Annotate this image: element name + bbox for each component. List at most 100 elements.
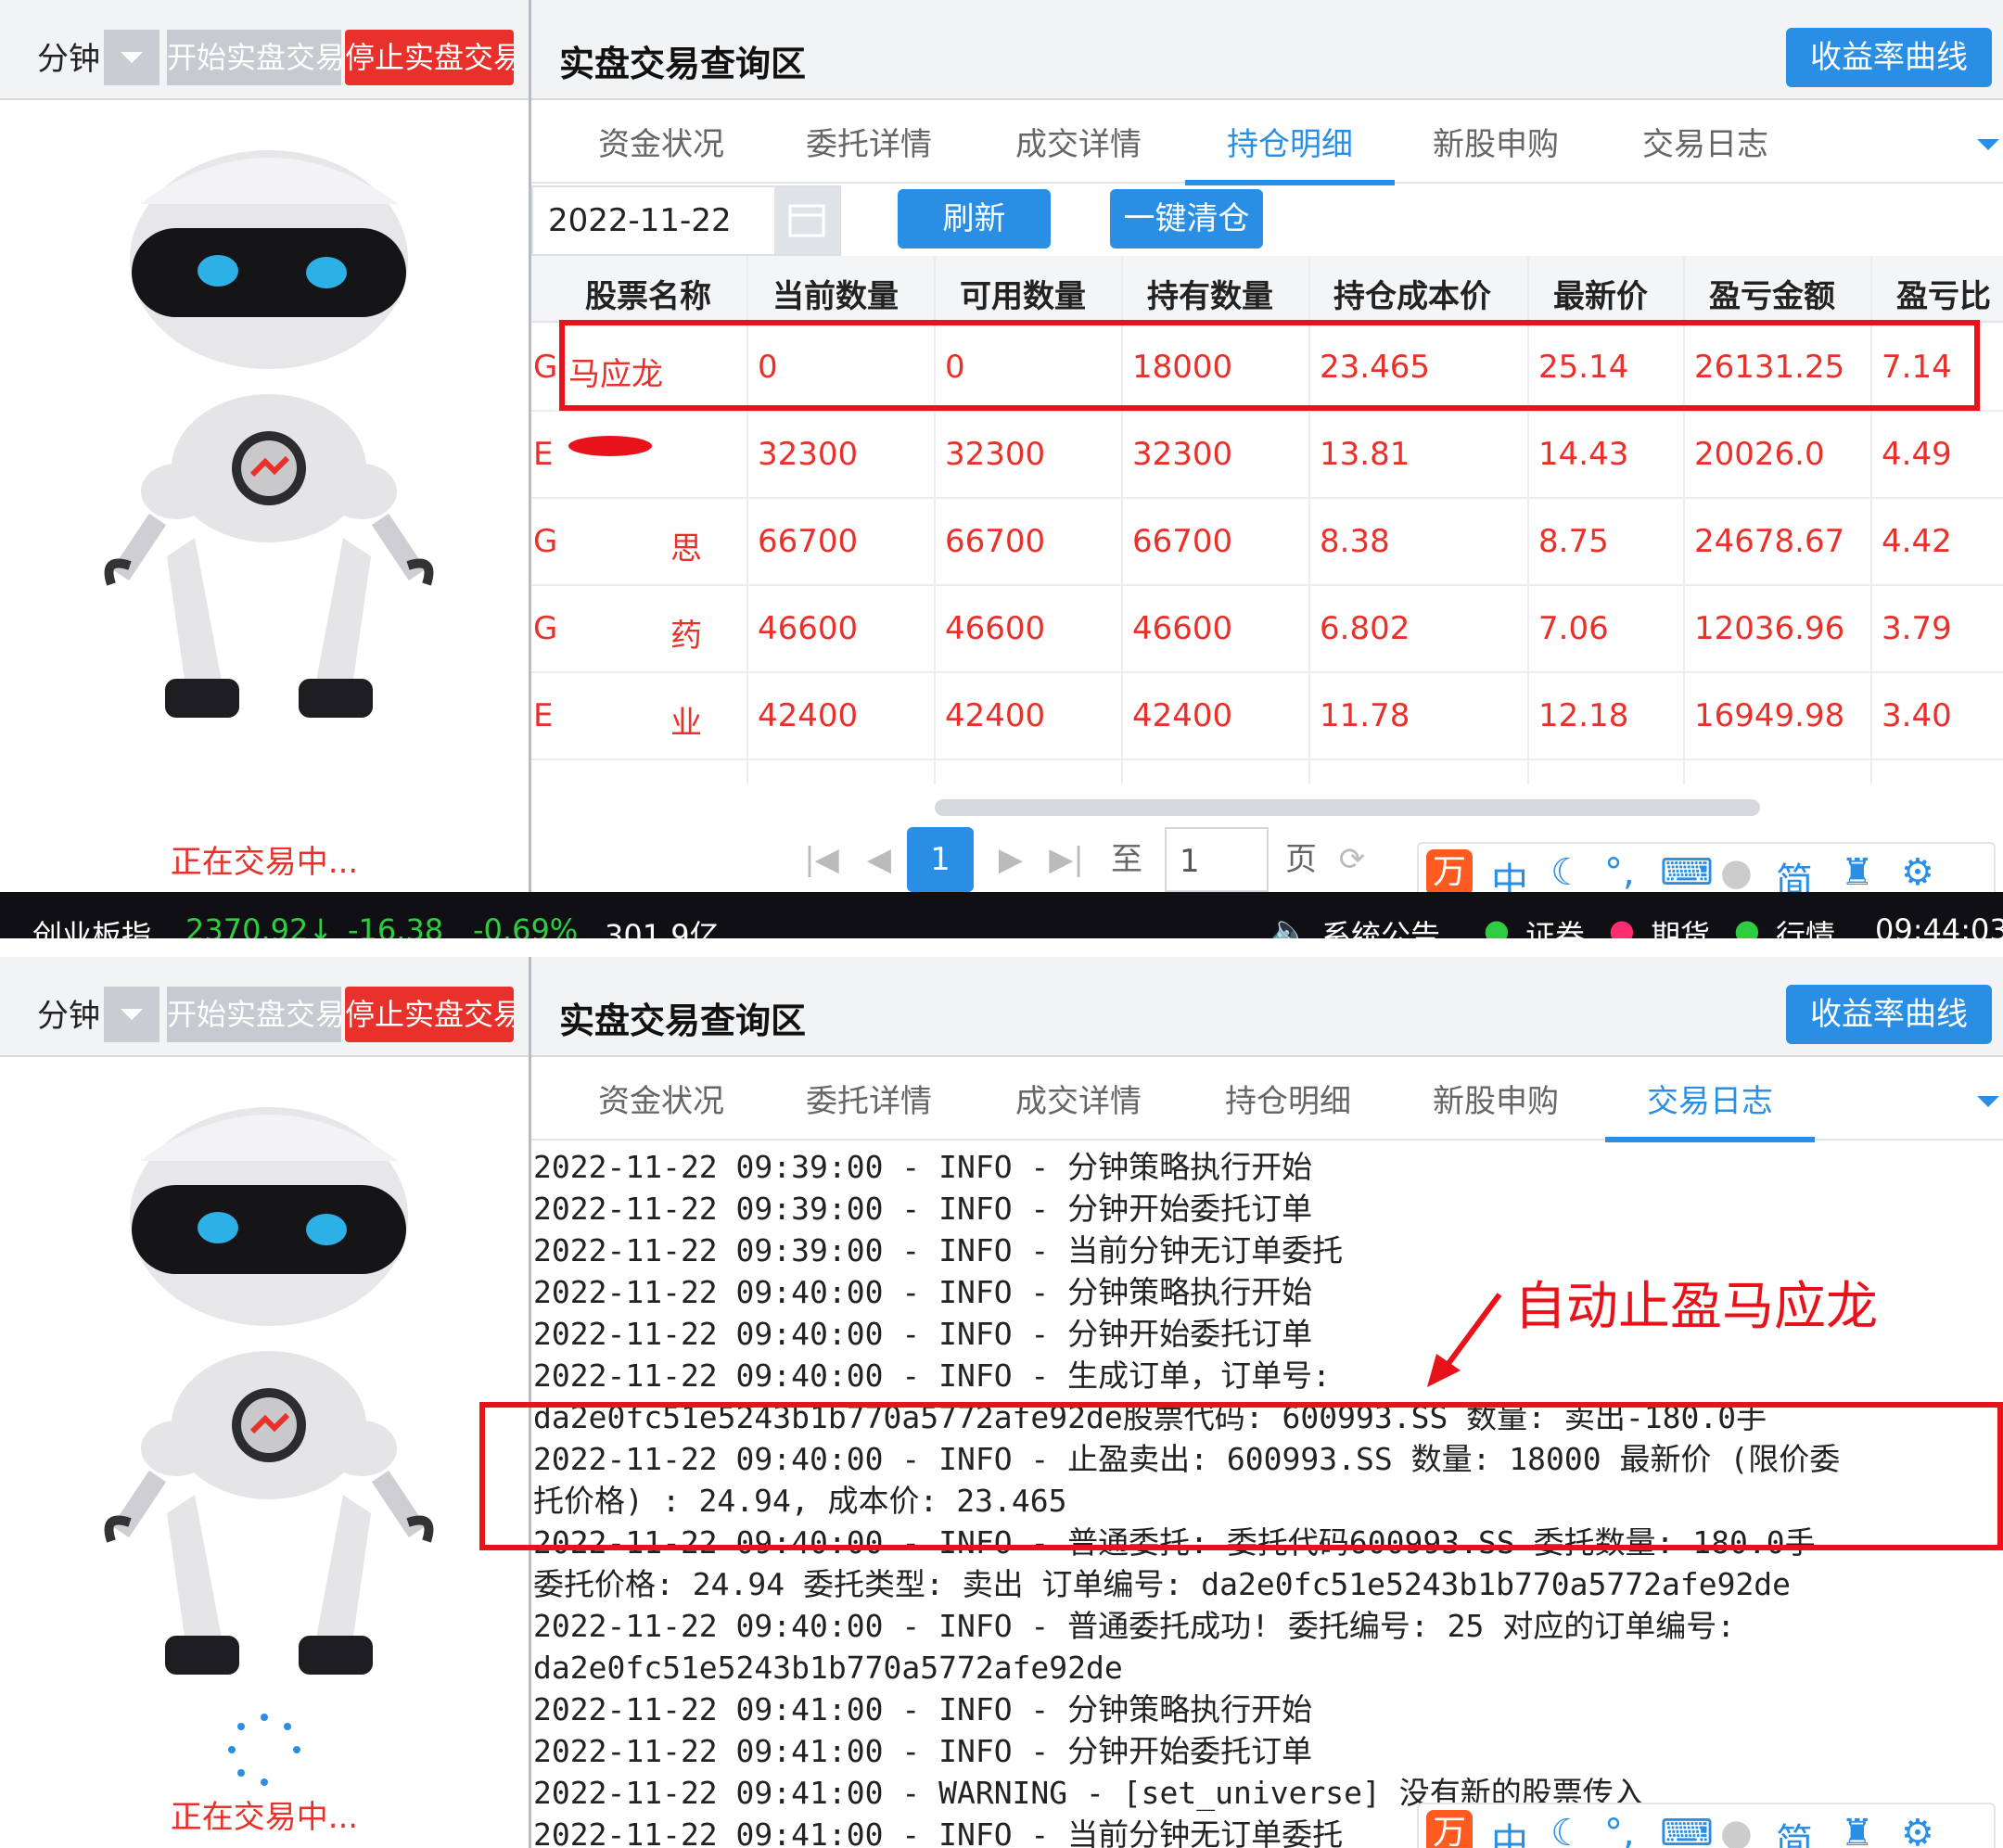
- pnl-ratio: 3.79: [1882, 610, 1952, 647]
- stock-name: 业: [670, 705, 702, 742]
- bottom-screenshot-panel: 分钟 开始实盘交易 停止实盘交易 正在交易中... 实盘交易查询区 收益率曲线 …: [0, 957, 2003, 1848]
- table-row[interactable]: E 业 42400 42400 42400 11.78 12.18 16949.…: [531, 671, 2003, 760]
- minute-dropdown[interactable]: [104, 987, 159, 1042]
- clock: 09:44:03: [1875, 912, 2003, 938]
- refresh-button[interactable]: 刷新: [898, 189, 1051, 249]
- table-row[interactable]: G 思 66700 66700 66700 8.38 8.75 24678.67…: [531, 497, 2003, 586]
- available-qty: 32300: [945, 436, 1046, 473]
- chevron-down-icon[interactable]: [1977, 1096, 1999, 1107]
- control-sidebar: 分钟 开始实盘交易 停止实盘交易 正在交易中...: [0, 0, 531, 938]
- prev-page-icon[interactable]: ◀: [851, 827, 907, 892]
- loading-spinner-icon: [228, 1714, 300, 1786]
- tab-positions[interactable]: 持仓明细: [1225, 1076, 1351, 1137]
- to-label: 至: [1111, 841, 1142, 878]
- chevron-down-icon: [121, 52, 143, 63]
- control-sidebar: 分钟 开始实盘交易 停止实盘交易 正在交易中...: [0, 957, 531, 1848]
- page-input[interactable]: 1: [1165, 827, 1269, 892]
- tab-funds[interactable]: 资金状况: [598, 119, 724, 180]
- ime-simplified[interactable]: 简: [1776, 1812, 1813, 1848]
- moon-icon[interactable]: ☾: [1550, 851, 1584, 894]
- user-icon[interactable]: ●: [1720, 1812, 1753, 1848]
- tab-funds[interactable]: 资金状况: [598, 1076, 724, 1137]
- notice-link[interactable]: 系统公告: [1321, 912, 1440, 938]
- ime-logo[interactable]: 万: [1426, 849, 1473, 896]
- column-header[interactable]: 盈亏金额: [1709, 271, 1835, 316]
- clear-all-button[interactable]: 一键清仓: [1110, 189, 1263, 249]
- pnl-amount: 12036.96: [1694, 610, 1845, 647]
- reload-icon[interactable]: ⟳: [1329, 827, 1375, 892]
- tab-orders[interactable]: 委托详情: [806, 119, 932, 180]
- return-curve-button[interactable]: 收益率曲线: [1786, 985, 1992, 1044]
- cost-price: 6.802: [1320, 610, 1410, 647]
- tab-ipo[interactable]: 新股申购: [1433, 119, 1559, 180]
- minute-dropdown[interactable]: [104, 30, 159, 85]
- start-trading-button[interactable]: 开始实盘交易: [167, 987, 341, 1042]
- column-header[interactable]: 可用数量: [960, 271, 1086, 316]
- query-header: 实盘交易查询区 收益率曲线: [531, 957, 2003, 1057]
- column-header[interactable]: 股票名称: [585, 271, 711, 316]
- index-value: 2370.92↓: [185, 912, 334, 938]
- punctuation-icon[interactable]: °,: [1604, 1812, 1635, 1848]
- current-qty: 46600: [758, 610, 859, 647]
- return-curve-button[interactable]: 收益率曲线: [1786, 28, 1992, 87]
- tab-log[interactable]: 交易日志: [1642, 119, 1768, 180]
- tab-ipo[interactable]: 新股申购: [1433, 1076, 1559, 1137]
- log-line: 2022-11-22 09:41:00 - INFO - 分钟策略执行开始: [533, 1691, 1313, 1727]
- table-row[interactable]: E 32300 32300 32300 13.81 14.43 20026.0 …: [531, 410, 2003, 499]
- log-line: 2022-11-22 09:39:00 - INFO - 分钟策略执行开始: [533, 1149, 1313, 1185]
- tab-bar: 资金状况 委托详情 成交详情 持仓明细 新股申购 交易日志: [531, 100, 2003, 185]
- annotation-arrow-icon: [1427, 1293, 1502, 1387]
- highlight-box: [479, 1402, 2003, 1550]
- ime-logo[interactable]: 万: [1426, 1810, 1473, 1848]
- horizontal-scrollbar[interactable]: [935, 799, 1760, 816]
- index-volume: 301.9亿: [605, 918, 720, 938]
- table-row[interactable]: G 药 46600 46600 46600 6.802 7.06 12036.9…: [531, 584, 2003, 673]
- tab-trades[interactable]: 成交详情: [1015, 1076, 1142, 1137]
- keyboard-icon[interactable]: ⌨: [1660, 851, 1714, 894]
- available-qty: 66700: [945, 523, 1046, 560]
- calendar-icon[interactable]: [774, 187, 839, 254]
- stop-trading-button[interactable]: 停止实盘交易: [345, 30, 514, 85]
- current-page[interactable]: 1: [907, 827, 974, 892]
- gear-icon[interactable]: ⚙: [1901, 851, 1934, 894]
- column-header[interactable]: 盈亏比: [1896, 271, 1991, 316]
- ime-lang[interactable]: 中: [1491, 1812, 1528, 1848]
- stop-trading-button[interactable]: 停止实盘交易: [345, 987, 514, 1042]
- start-trading-button[interactable]: 开始实盘交易: [167, 30, 341, 85]
- robot-icon: [104, 150, 434, 718]
- keyboard-icon[interactable]: ⌨: [1660, 1812, 1714, 1848]
- skin-icon[interactable]: ♜: [1841, 851, 1874, 894]
- speaker-icon[interactable]: 🔈: [1270, 912, 1308, 938]
- holding-qty: 66700: [1132, 523, 1233, 560]
- tab-trades[interactable]: 成交详情: [1015, 119, 1142, 180]
- skin-icon[interactable]: ♜: [1841, 1812, 1874, 1848]
- column-header[interactable]: 当前数量: [772, 271, 899, 316]
- column-header[interactable]: 持仓成本价: [1333, 271, 1491, 316]
- tab-orders[interactable]: 委托详情: [806, 1076, 932, 1137]
- tab-log[interactable]: 交易日志: [1605, 1076, 1815, 1142]
- robot-icon: [104, 1107, 434, 1675]
- last-price: 8.75: [1538, 523, 1609, 560]
- current-qty: 66700: [758, 523, 859, 560]
- annotation-text: 自动止盈马应龙: [1514, 1277, 1878, 1337]
- user-icon[interactable]: ●: [1720, 851, 1753, 894]
- punctuation-icon[interactable]: °,: [1604, 851, 1635, 894]
- column-header[interactable]: 最新价: [1553, 271, 1648, 316]
- available-qty: 46600: [945, 610, 1046, 647]
- tab-positions[interactable]: 持仓明细: [1185, 119, 1395, 185]
- moon-icon[interactable]: ☾: [1550, 1812, 1584, 1848]
- next-page-icon[interactable]: ▶: [983, 827, 1039, 892]
- tab-bar: 资金状况 委托详情 成交详情 持仓明细 新股申购 交易日志: [531, 1057, 2003, 1142]
- index-change: -16.38: [348, 912, 444, 938]
- last-page-icon[interactable]: ▶|: [1039, 827, 1094, 892]
- index-name: 创业板指: [32, 918, 152, 938]
- gear-icon[interactable]: ⚙: [1901, 1812, 1934, 1848]
- pnl-ratio: 3.40: [1882, 697, 1952, 734]
- ime-toolbar[interactable]: 万 中 ☾ °, ⌨ ● 简 ♜ ⚙: [1417, 1803, 1996, 1848]
- chevron-down-icon[interactable]: [1977, 139, 1999, 150]
- row-code: G: [533, 349, 558, 386]
- query-header: 实盘交易查询区 收益率曲线: [531, 0, 2003, 100]
- first-page-icon[interactable]: |◀: [794, 827, 849, 892]
- column-header[interactable]: 持有数量: [1147, 271, 1273, 316]
- date-picker[interactable]: 2022-11-22: [531, 185, 841, 256]
